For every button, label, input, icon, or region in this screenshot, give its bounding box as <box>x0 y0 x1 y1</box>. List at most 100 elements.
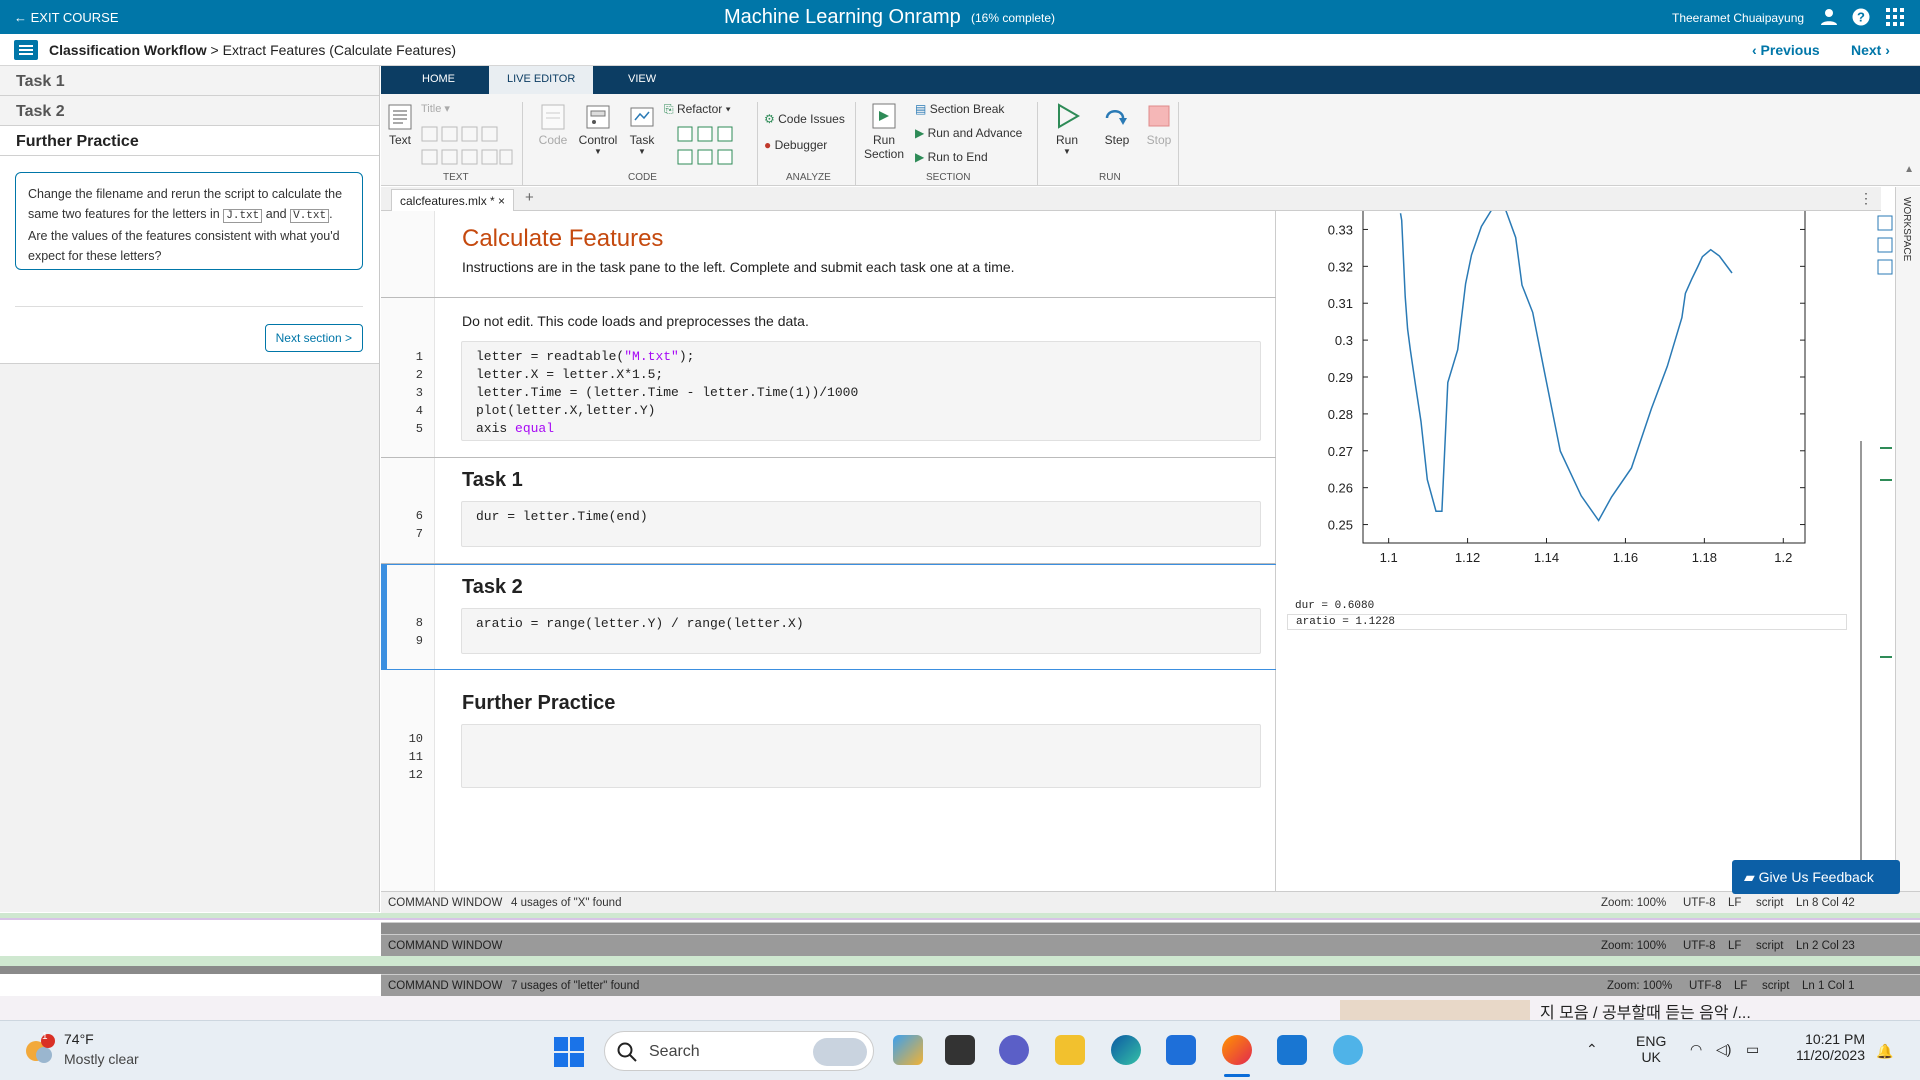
code-line[interactable]: letter.Time = (letter.Time - letter.Time… <box>476 385 858 400</box>
workspace-sidebar[interactable]: WORKSPACE <box>1895 187 1920 891</box>
tab-task-2[interactable]: Task 2 <box>0 96 379 126</box>
next-link[interactable]: Next › <box>1851 42 1890 58</box>
task-button[interactable]: Task ▼ <box>625 104 659 156</box>
step-button[interactable]: Step <box>1101 102 1133 147</box>
collapse-ribbon-icon[interactable]: ▲ <box>1904 164 1914 175</box>
y-tick-label: 0.25 <box>1328 518 1353 533</box>
format-buttons-icon[interactable] <box>421 126 513 166</box>
paint-icon[interactable] <box>1333 1035 1363 1065</box>
code-tools-icon[interactable] <box>677 126 737 168</box>
user-icon[interactable] <box>1820 8 1838 26</box>
tab-live-editor[interactable]: LIVE EDITOR <box>489 66 594 94</box>
live-editor[interactable]: Calculate Features Instructions are in t… <box>381 211 1276 891</box>
title-dropdown[interactable]: Title ▾ <box>421 102 450 115</box>
previous-link[interactable]: ‹ Previous <box>1752 42 1820 58</box>
plot-figure[interactable]: 1.1 1.12 1.14 1.16 1.18 1.2 0.33 0.32 0.31 0.3 0.2… <box>1277 211 1857 571</box>
refactor-button[interactable]: ⎘ Refactor ▾ <box>664 102 731 117</box>
tab-view[interactable]: VIEW <box>610 66 674 94</box>
run-section-button[interactable]: Run Section <box>863 102 905 161</box>
apps-grid-icon[interactable] <box>1886 8 1904 26</box>
clock[interactable]: 10:21 PM 11/20/2023 <box>1785 1031 1865 1063</box>
stop-button[interactable]: Stop <box>1143 102 1175 147</box>
doc-tab[interactable]: calcfeatures.mlx * × <box>391 189 515 211</box>
teams-icon[interactable] <box>999 1035 1029 1065</box>
tab-further-practice[interactable]: Further Practice <box>0 126 379 156</box>
copilot-icon[interactable] <box>893 1035 923 1065</box>
separator <box>1037 102 1038 186</box>
file-explorer-icon[interactable] <box>1055 1035 1085 1065</box>
weather-temp[interactable]: 74°F <box>64 1031 94 1047</box>
breadcrumb-root[interactable]: Classification Workflow <box>49 42 207 58</box>
exit-course-link[interactable]: ← EXIT COURSE <box>14 10 119 25</box>
separator <box>1178 102 1179 186</box>
tab-home[interactable]: HOME <box>404 66 473 94</box>
windows-start-icon[interactable] <box>554 1037 584 1067</box>
run-button[interactable]: Run ▼ <box>1051 102 1083 156</box>
text-icon <box>388 104 412 130</box>
cursor-position: Ln 8 Col 42 <box>1796 897 1855 909</box>
line-number: 12 <box>408 768 423 782</box>
section-break-button[interactable]: ▤ Section Break <box>915 102 1004 116</box>
code-button[interactable]: Code <box>536 104 570 147</box>
weather-icon[interactable] <box>22 1033 56 1067</box>
more-options-icon[interactable]: ⋮ <box>1859 190 1873 207</box>
edge-icon[interactable] <box>1111 1035 1141 1065</box>
doc-intro[interactable]: Instructions are in the task pane to the… <box>462 259 1015 275</box>
control-icon <box>586 105 610 129</box>
weather-desc[interactable]: Mostly clear <box>64 1051 139 1067</box>
x-tick-label: 1.2 <box>1774 550 1792 565</box>
code-line[interactable]: axis equal <box>476 421 554 436</box>
control-button[interactable]: Control ▼ <box>577 104 619 156</box>
code-line[interactable]: letter = readtable("M.txt"); <box>476 349 694 364</box>
wifi-icon[interactable]: ◠ <box>1690 1041 1702 1058</box>
help-icon[interactable]: ? <box>1852 8 1870 26</box>
line-number: 10 <box>408 732 423 746</box>
code-line[interactable]: plot(letter.X,letter.Y) <box>476 403 655 418</box>
feedback-button[interactable]: ▰ Give Us Feedback <box>1732 860 1900 894</box>
task1-heading[interactable]: Task 1 <box>462 469 523 492</box>
next-section-button[interactable]: Next section > <box>264 324 363 352</box>
store-icon[interactable] <box>1166 1035 1196 1065</box>
section-break-label: Section Break <box>929 102 1005 116</box>
scrollbar[interactable] <box>1860 441 1862 886</box>
run-to-end-button[interactable]: ▶ Run to End <box>915 150 988 164</box>
code-block-task2[interactable] <box>461 608 1261 654</box>
separator <box>522 102 523 186</box>
ghost-command-window: COMMAND WINDOW <box>388 940 503 952</box>
command-window-button[interactable]: COMMAND WINDOW <box>388 897 502 909</box>
doc-title[interactable]: Calculate Features <box>462 225 663 253</box>
code-line[interactable]: letter.X = letter.X*1.5; <box>476 367 663 382</box>
control-label: Control <box>578 133 618 147</box>
menu-icon[interactable] <box>14 40 38 60</box>
task2-heading[interactable]: Task 2 <box>462 576 523 599</box>
output-pane: 1.1 1.12 1.14 1.16 1.18 1.2 0.33 0.32 0.31 0.3 0.2… <box>1277 211 1867 891</box>
code-line[interactable]: dur = letter.Time(end) <box>476 509 648 524</box>
layout-icon[interactable] <box>1877 215 1893 279</box>
task-view-icon[interactable] <box>945 1035 975 1065</box>
battery-icon[interactable]: ▭ <box>1746 1041 1759 1058</box>
notification-bell-icon[interactable]: 🔔 <box>1876 1043 1893 1060</box>
usages-status: 4 usages of "X" found <box>511 897 622 909</box>
code-issues-button[interactable]: ⚙ Code Issues <box>764 112 845 126</box>
media-thumbnail <box>1340 1000 1530 1020</box>
text-label: Text <box>388 133 411 147</box>
run-advance-button[interactable]: ▶ Run and Advance <box>915 126 1022 140</box>
user-name[interactable]: Theeramet Chuaipayung <box>1672 11 1804 25</box>
video-app-icon[interactable] <box>1277 1035 1307 1065</box>
volume-icon[interactable]: ◁) <box>1716 1041 1731 1058</box>
code-block-task1[interactable] <box>461 501 1261 547</box>
tray-chevron-icon[interactable]: ⌃ <box>1586 1041 1598 1058</box>
code-line[interactable]: aratio = range(letter.Y) / range(letter.… <box>476 616 804 631</box>
code-block-further[interactable] <box>461 724 1261 788</box>
preamble-text[interactable]: Do not edit. This code loads and preproc… <box>462 313 809 329</box>
tab-task-1[interactable]: Task 1 <box>0 66 379 96</box>
close-icon[interactable]: × <box>498 194 505 208</box>
language-indicator[interactable]: ENG UK <box>1636 1033 1666 1065</box>
add-tab-icon[interactable]: + <box>525 189 534 206</box>
text-button[interactable]: Text <box>385 104 415 147</box>
firefox-icon[interactable] <box>1222 1035 1252 1065</box>
taskbar-search[interactable]: Search <box>604 1031 874 1071</box>
output-view-icons[interactable] <box>1877 215 1893 279</box>
debugger-button[interactable]: ● Debugger <box>764 138 827 152</box>
further-practice-heading[interactable]: Further Practice <box>462 692 615 715</box>
